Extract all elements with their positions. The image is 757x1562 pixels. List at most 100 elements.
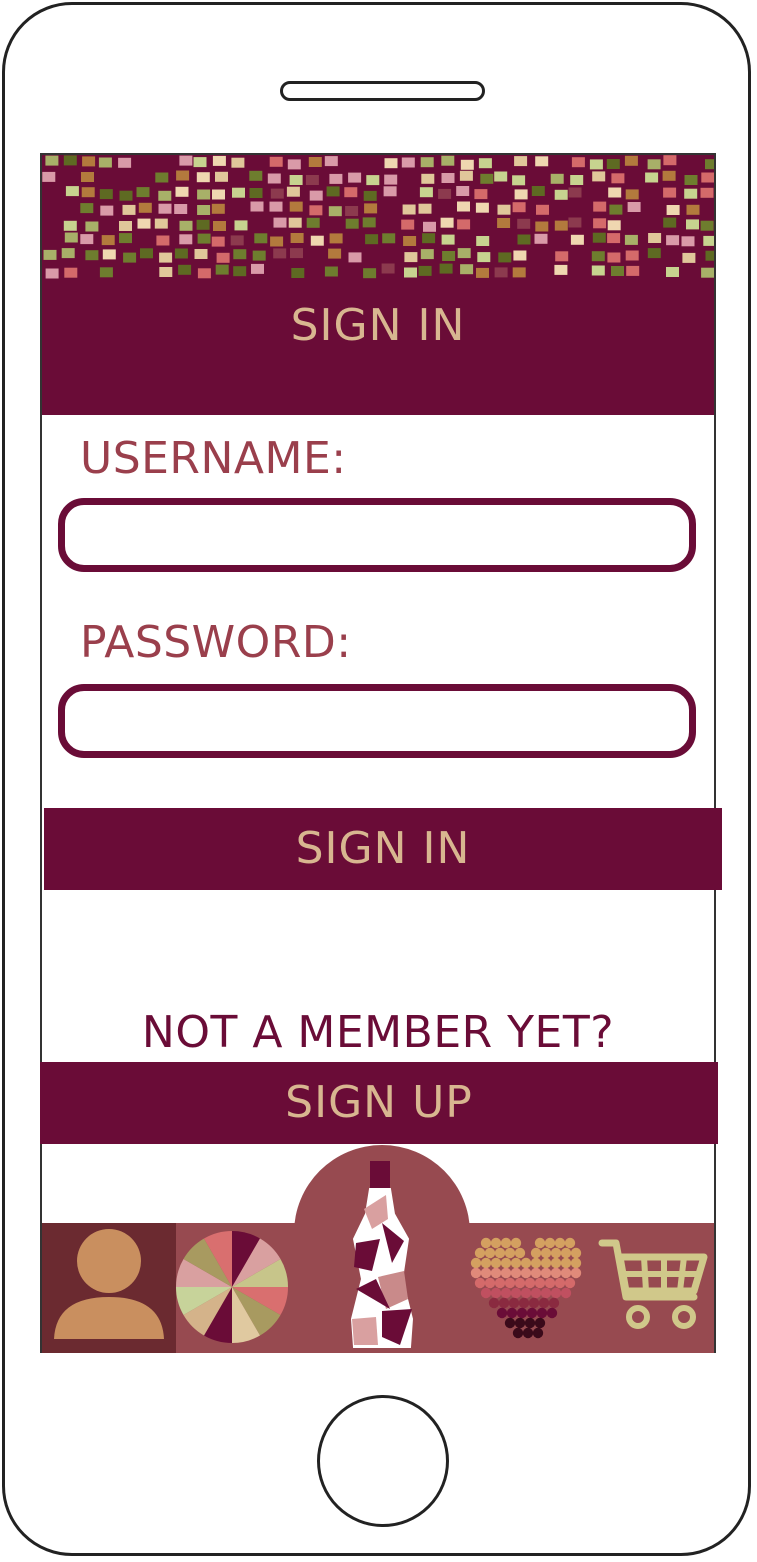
confetti-tile [176, 170, 190, 181]
heart-dot [560, 1247, 572, 1259]
confetti-tile [536, 204, 549, 215]
confetti-tile [324, 156, 338, 167]
confetti-tile [288, 217, 302, 228]
confetti-tile [273, 248, 287, 259]
heart-dot [522, 1327, 534, 1339]
confetti-tile [459, 170, 473, 181]
confetti-tile [65, 186, 79, 197]
confetti-tile [625, 250, 639, 261]
confetti-tile [439, 263, 453, 274]
confetti-tile [211, 203, 225, 214]
confetti-tile [593, 218, 607, 229]
confetti-tile [666, 205, 680, 215]
confetti-tile [591, 265, 605, 276]
heart-dot [524, 1277, 536, 1289]
confetti-tile [497, 218, 511, 228]
heart-dot [564, 1237, 576, 1249]
heart-dot [546, 1307, 558, 1319]
heart-dot [524, 1317, 536, 1329]
wine-wheel-icon[interactable] [174, 1229, 290, 1345]
heart-dot [504, 1247, 516, 1259]
confetti-tile [460, 159, 474, 170]
heart-dot [490, 1257, 502, 1269]
confetti-tile [348, 172, 362, 183]
heart-dot [534, 1317, 546, 1329]
confetti-tile [81, 187, 95, 198]
confetti-tile [289, 175, 303, 185]
confetti-tile [230, 235, 244, 246]
confetti-tile [329, 173, 343, 184]
confetti-tile [363, 190, 377, 201]
confetti-tile [363, 268, 377, 279]
confetti-tile [215, 264, 229, 275]
confetti-tile [700, 220, 714, 231]
confetti-tile [269, 201, 283, 212]
nav-item-profile[interactable] [42, 1223, 176, 1353]
confetti-tile [457, 219, 471, 230]
confetti-tile [401, 219, 415, 230]
heart-dot [534, 1277, 546, 1289]
confetti-tile [608, 187, 622, 198]
heart-dot [550, 1267, 562, 1279]
confetti-tile [286, 186, 300, 197]
home-button[interactable] [317, 1395, 449, 1527]
confetti-tile [306, 217, 320, 228]
confetti-tile [705, 159, 714, 170]
wine-bottle-icon[interactable] [342, 1159, 422, 1349]
heart-dot [500, 1237, 512, 1249]
password-field[interactable] [58, 684, 696, 758]
cart-icon[interactable] [598, 1235, 710, 1333]
confetti-tile [570, 175, 584, 185]
confetti-tile [158, 203, 172, 214]
confetti-tile [550, 173, 564, 184]
confetti-tile [270, 188, 284, 199]
confetti-tile [606, 159, 620, 169]
confetti-tile [305, 175, 319, 185]
confetti-tile [99, 189, 113, 200]
sign-up-button[interactable]: SIGN UP [40, 1062, 718, 1144]
confetti-tile [497, 204, 511, 215]
confetti-tile [122, 204, 136, 215]
confetti-tile [233, 266, 247, 277]
confetti-tile [517, 234, 531, 245]
confetti-tile [212, 155, 226, 166]
confetti-tile [512, 267, 526, 278]
confetti-tile [403, 236, 417, 246]
heart-dot [480, 1267, 492, 1279]
confetti-tile [310, 235, 324, 246]
confetti-tile [384, 158, 398, 169]
heart-dot [496, 1307, 508, 1319]
confetti-tile [344, 187, 358, 198]
confetti-tile [478, 158, 492, 169]
confetti-tile [457, 201, 470, 212]
confetti-tile [251, 263, 264, 274]
confetti-tile [684, 175, 698, 185]
confetti-tile [384, 174, 398, 185]
confetti-tile [666, 267, 679, 277]
confetti-tile [328, 206, 342, 217]
heart-dot [484, 1277, 496, 1289]
confetti-tile [554, 264, 568, 275]
heart-dot [510, 1287, 522, 1299]
heart-dot [550, 1247, 562, 1259]
heart-icon[interactable] [466, 1229, 590, 1347]
heart-dot [490, 1267, 502, 1279]
heart-dot [540, 1287, 552, 1299]
confetti-tile [494, 267, 508, 278]
heart-dot [540, 1257, 552, 1269]
confetti-tile [85, 250, 99, 261]
username-field[interactable] [58, 498, 696, 572]
confetti-tile [174, 204, 188, 214]
confetti-tile [476, 267, 489, 278]
confetti-tile [627, 202, 641, 212]
confetti-tile [193, 157, 207, 168]
confetti-tile [423, 221, 436, 232]
heart-dot [544, 1237, 556, 1249]
confetti-tile [607, 220, 621, 231]
confetti-tile [607, 252, 621, 263]
confetti-tile [700, 187, 714, 198]
sign-in-button[interactable]: SIGN IN [44, 808, 722, 890]
confetti-tile [362, 217, 376, 228]
confetti-tile [45, 155, 59, 166]
confetti-tile [701, 267, 714, 278]
